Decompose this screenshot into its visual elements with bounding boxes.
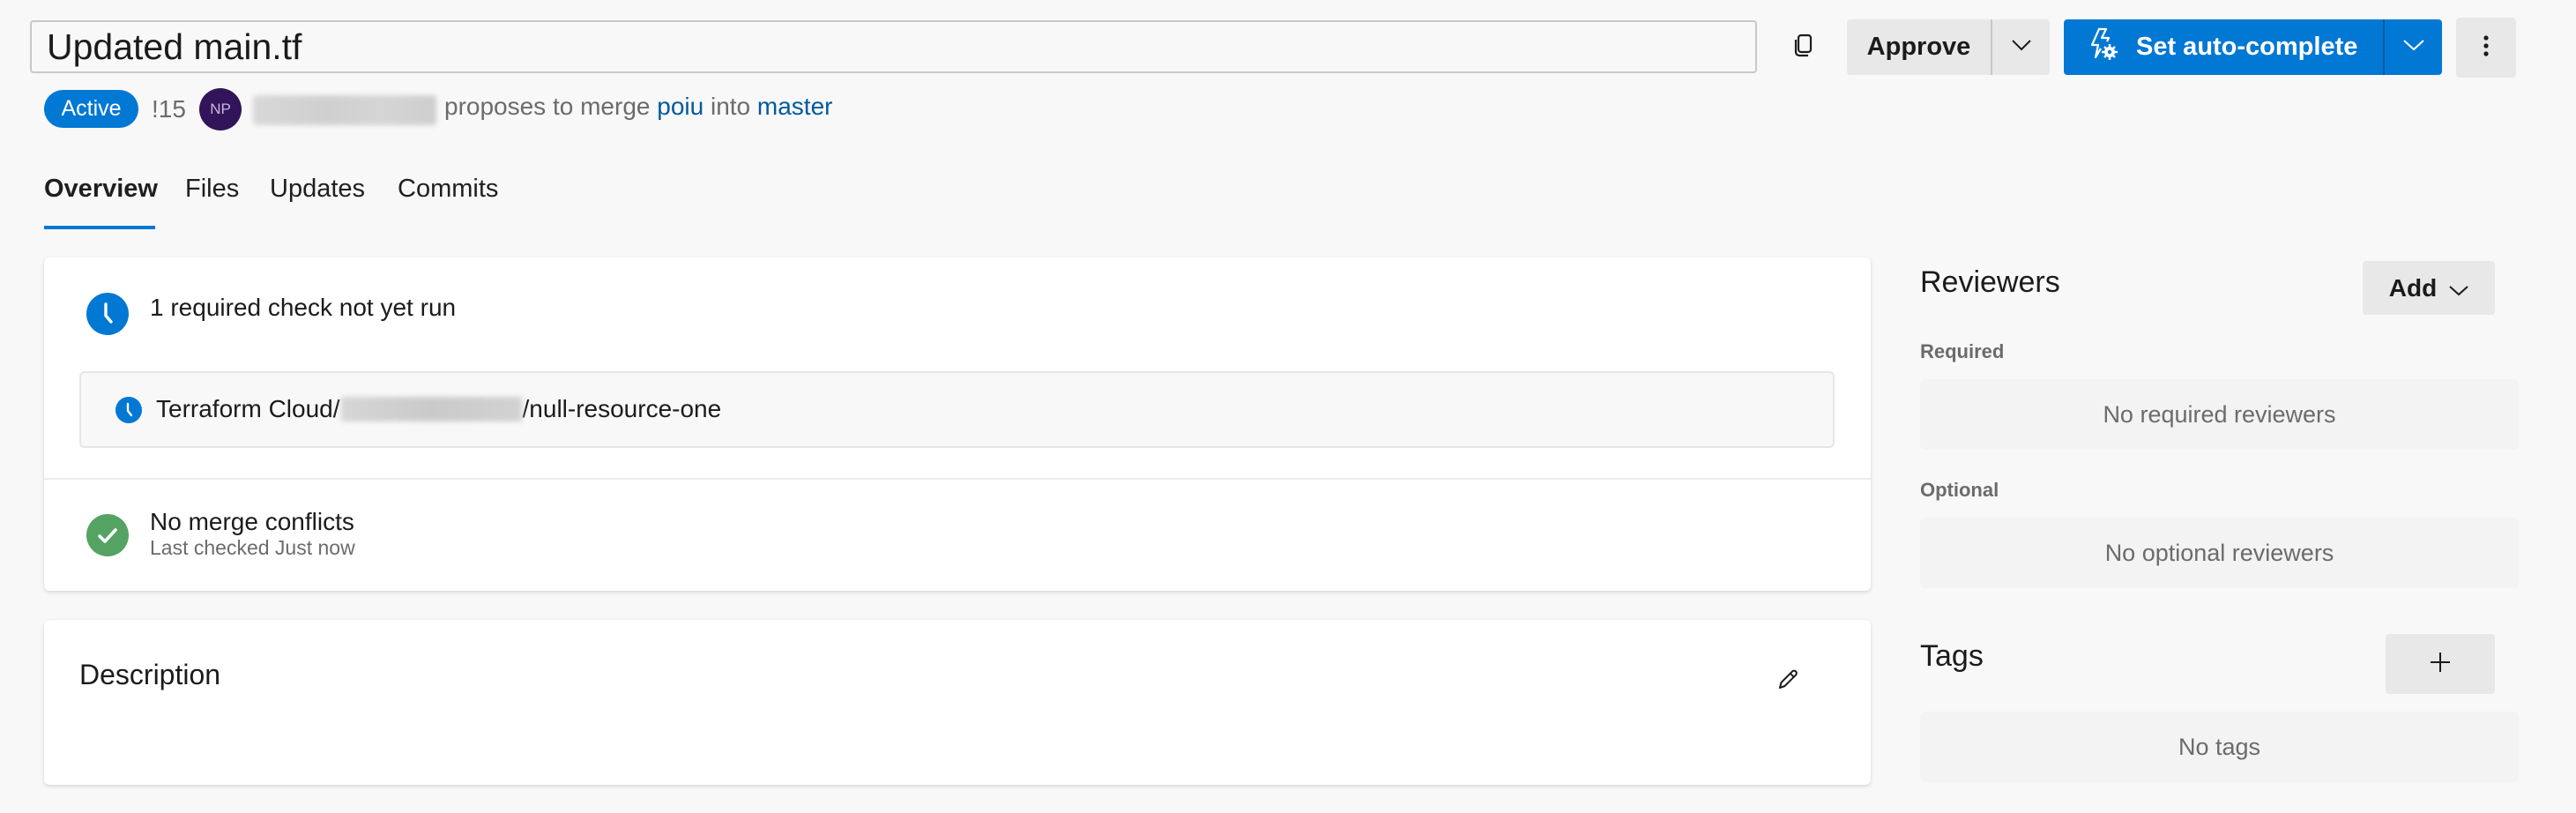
status-card: 1 required check not yet run Terraform C…: [44, 257, 1871, 591]
required-label: Required: [1920, 340, 2005, 362]
chevron-down-icon: [2402, 39, 2424, 56]
copy-icon: [1792, 34, 1813, 63]
plus-icon: [2430, 652, 2451, 677]
flash-gear-icon: [2090, 27, 2118, 68]
chevron-down-icon: [2449, 274, 2468, 302]
status-badge: Active: [44, 90, 138, 128]
copy-button[interactable]: [1785, 30, 1820, 65]
description-card: Description: [44, 620, 1871, 785]
active-tab-indicator: [44, 226, 155, 229]
tab-updates[interactable]: Updates: [270, 171, 365, 206]
check-item[interactable]: Terraform Cloud/ /null-resource-one: [79, 371, 1835, 448]
source-branch-link[interactable]: poiu: [657, 93, 704, 120]
approve-options-button[interactable]: [1992, 19, 2050, 75]
add-reviewer-label: Add: [2388, 273, 2438, 302]
pr-id: !15: [152, 95, 186, 123]
check-item-suffix: /null-resource-one: [522, 395, 722, 422]
tags-empty: No tags: [1920, 712, 2519, 782]
check-circle-icon: [86, 514, 129, 556]
chevron-down-icon: [2011, 39, 2031, 56]
more-vertical-icon: [2483, 34, 2490, 62]
add-tag-button[interactable]: [2386, 634, 2495, 694]
pencil-icon: [1776, 668, 1799, 696]
description-title: Description: [79, 659, 221, 690]
optional-reviewers-empty: No optional reviewers: [1920, 518, 2519, 588]
set-auto-complete-button[interactable]: Set auto-complete: [2064, 19, 2385, 75]
auto-complete-split-button: Set auto-complete: [2064, 19, 2442, 75]
approve-button[interactable]: Approve: [1847, 19, 1992, 75]
approve-split-button: Approve: [1847, 19, 2050, 75]
pr-title-input[interactable]: [30, 20, 1757, 73]
check-item-name: Terraform Cloud/ /null-resource-one: [156, 394, 721, 424]
edit-description-button[interactable]: [1772, 666, 1804, 697]
check-item-redacted: [340, 397, 522, 421]
proposes-text: proposes to merge: [444, 93, 651, 120]
optional-label: Optional: [1920, 479, 1999, 501]
into-text: into: [710, 93, 751, 120]
tab-files[interactable]: Files: [185, 171, 239, 206]
merge-status-title: No merge conflicts: [150, 508, 354, 535]
author-name-redacted: [253, 95, 436, 125]
reviewers-title: Reviewers: [1920, 265, 2060, 299]
check-item-prefix: Terraform Cloud/: [156, 395, 340, 422]
merge-status-subtitle: Last checked Just now: [150, 536, 355, 559]
required-reviewers-empty: No required reviewers: [1920, 379, 2519, 450]
set-auto-complete-label: Set auto-complete: [2136, 33, 2358, 61]
clock-icon: [86, 293, 129, 335]
auto-complete-options-button[interactable]: [2385, 19, 2442, 75]
more-actions-button[interactable]: [2456, 18, 2516, 78]
author-avatar[interactable]: NP: [199, 88, 242, 131]
divider: [44, 478, 1871, 480]
merge-description: proposes to merge poiu into master: [444, 92, 832, 122]
tab-overview[interactable]: Overview: [44, 171, 158, 206]
required-checks-summary: 1 required check not yet run: [150, 294, 457, 321]
tags-title: Tags: [1920, 639, 1984, 673]
clock-icon: [115, 397, 142, 423]
add-reviewer-button[interactable]: Add: [2363, 261, 2495, 315]
target-branch-link[interactable]: master: [757, 93, 833, 120]
tab-commits[interactable]: Commits: [398, 171, 498, 206]
